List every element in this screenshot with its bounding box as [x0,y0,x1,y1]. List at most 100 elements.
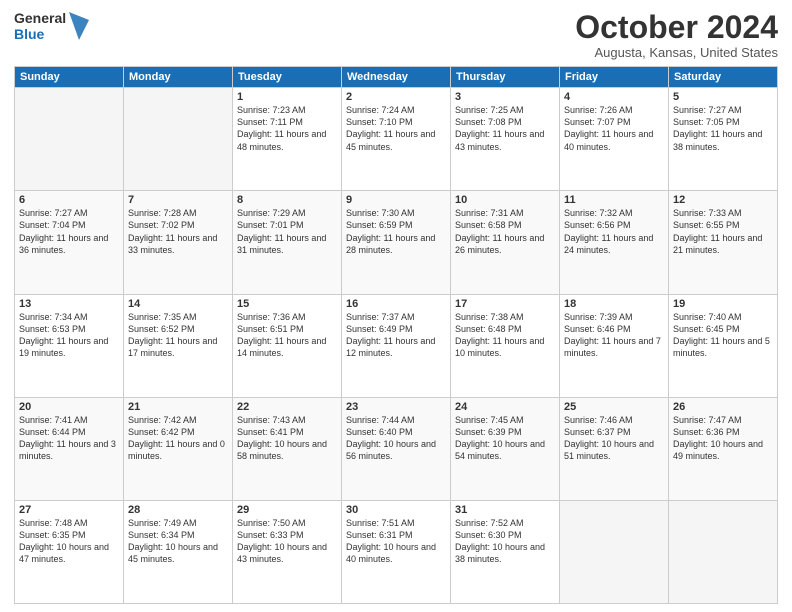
table-row: 16Sunrise: 7:37 AMSunset: 6:49 PMDayligh… [342,294,451,397]
table-row: 10Sunrise: 7:31 AMSunset: 6:58 PMDayligh… [451,191,560,294]
day-number: 16 [346,298,446,310]
table-row: 1Sunrise: 7:23 AMSunset: 7:11 PMDaylight… [233,88,342,191]
title-block: October 2024 Augusta, Kansas, United Sta… [575,10,778,60]
day-info: Sunrise: 7:31 AMSunset: 6:58 PMDaylight:… [455,207,555,256]
day-info: Sunrise: 7:37 AMSunset: 6:49 PMDaylight:… [346,311,446,360]
table-row: 13Sunrise: 7:34 AMSunset: 6:53 PMDayligh… [15,294,124,397]
table-row: 3Sunrise: 7:25 AMSunset: 7:08 PMDaylight… [451,88,560,191]
table-row: 21Sunrise: 7:42 AMSunset: 6:42 PMDayligh… [124,397,233,500]
day-number: 21 [128,401,228,413]
calendar-header-row: Sunday Monday Tuesday Wednesday Thursday… [15,67,778,88]
day-info: Sunrise: 7:30 AMSunset: 6:59 PMDaylight:… [346,207,446,256]
day-number: 29 [237,504,337,516]
logo-bird-icon [69,12,89,40]
col-tuesday: Tuesday [233,67,342,88]
day-number: 4 [564,91,664,103]
calendar-week-row: 6Sunrise: 7:27 AMSunset: 7:04 PMDaylight… [15,191,778,294]
day-number: 27 [19,504,119,516]
day-info: Sunrise: 7:27 AMSunset: 7:05 PMDaylight:… [673,104,773,153]
day-info: Sunrise: 7:32 AMSunset: 6:56 PMDaylight:… [564,207,664,256]
table-row: 17Sunrise: 7:38 AMSunset: 6:48 PMDayligh… [451,294,560,397]
day-info: Sunrise: 7:38 AMSunset: 6:48 PMDaylight:… [455,311,555,360]
day-number: 12 [673,194,773,206]
table-row [124,88,233,191]
day-info: Sunrise: 7:52 AMSunset: 6:30 PMDaylight:… [455,517,555,566]
day-info: Sunrise: 7:27 AMSunset: 7:04 PMDaylight:… [19,207,119,256]
table-row: 6Sunrise: 7:27 AMSunset: 7:04 PMDaylight… [15,191,124,294]
table-row: 26Sunrise: 7:47 AMSunset: 6:36 PMDayligh… [669,397,778,500]
calendar-week-row: 13Sunrise: 7:34 AMSunset: 6:53 PMDayligh… [15,294,778,397]
location: Augusta, Kansas, United States [575,45,778,60]
day-number: 30 [346,504,446,516]
logo: General Blue [14,10,89,42]
day-number: 26 [673,401,773,413]
day-info: Sunrise: 7:26 AMSunset: 7:07 PMDaylight:… [564,104,664,153]
table-row: 14Sunrise: 7:35 AMSunset: 6:52 PMDayligh… [124,294,233,397]
calendar-week-row: 27Sunrise: 7:48 AMSunset: 6:35 PMDayligh… [15,500,778,603]
day-number: 28 [128,504,228,516]
day-number: 18 [564,298,664,310]
day-info: Sunrise: 7:47 AMSunset: 6:36 PMDaylight:… [673,414,773,463]
day-number: 31 [455,504,555,516]
day-number: 24 [455,401,555,413]
day-info: Sunrise: 7:35 AMSunset: 6:52 PMDaylight:… [128,311,228,360]
day-number: 22 [237,401,337,413]
table-row [560,500,669,603]
day-number: 1 [237,91,337,103]
day-info: Sunrise: 7:48 AMSunset: 6:35 PMDaylight:… [19,517,119,566]
page-container: General Blue October 2024 Augusta, Kansa… [0,0,792,612]
day-number: 14 [128,298,228,310]
day-number: 8 [237,194,337,206]
day-info: Sunrise: 7:43 AMSunset: 6:41 PMDaylight:… [237,414,337,463]
col-monday: Monday [124,67,233,88]
table-row: 4Sunrise: 7:26 AMSunset: 7:07 PMDaylight… [560,88,669,191]
table-row: 29Sunrise: 7:50 AMSunset: 6:33 PMDayligh… [233,500,342,603]
day-number: 11 [564,194,664,206]
table-row: 22Sunrise: 7:43 AMSunset: 6:41 PMDayligh… [233,397,342,500]
table-row: 20Sunrise: 7:41 AMSunset: 6:44 PMDayligh… [15,397,124,500]
table-row: 5Sunrise: 7:27 AMSunset: 7:05 PMDaylight… [669,88,778,191]
day-info: Sunrise: 7:50 AMSunset: 6:33 PMDaylight:… [237,517,337,566]
day-number: 19 [673,298,773,310]
day-number: 2 [346,91,446,103]
col-wednesday: Wednesday [342,67,451,88]
day-number: 15 [237,298,337,310]
table-row: 19Sunrise: 7:40 AMSunset: 6:45 PMDayligh… [669,294,778,397]
day-number: 5 [673,91,773,103]
table-row: 12Sunrise: 7:33 AMSunset: 6:55 PMDayligh… [669,191,778,294]
day-number: 20 [19,401,119,413]
table-row: 23Sunrise: 7:44 AMSunset: 6:40 PMDayligh… [342,397,451,500]
day-info: Sunrise: 7:36 AMSunset: 6:51 PMDaylight:… [237,311,337,360]
calendar-table: Sunday Monday Tuesday Wednesday Thursday… [14,66,778,604]
day-info: Sunrise: 7:29 AMSunset: 7:01 PMDaylight:… [237,207,337,256]
col-sunday: Sunday [15,67,124,88]
table-row: 7Sunrise: 7:28 AMSunset: 7:02 PMDaylight… [124,191,233,294]
calendar-week-row: 1Sunrise: 7:23 AMSunset: 7:11 PMDaylight… [15,88,778,191]
calendar-week-row: 20Sunrise: 7:41 AMSunset: 6:44 PMDayligh… [15,397,778,500]
day-info: Sunrise: 7:40 AMSunset: 6:45 PMDaylight:… [673,311,773,360]
day-info: Sunrise: 7:33 AMSunset: 6:55 PMDaylight:… [673,207,773,256]
day-info: Sunrise: 7:51 AMSunset: 6:31 PMDaylight:… [346,517,446,566]
header: General Blue October 2024 Augusta, Kansa… [14,10,778,60]
day-number: 10 [455,194,555,206]
day-number: 13 [19,298,119,310]
day-number: 17 [455,298,555,310]
day-number: 25 [564,401,664,413]
day-info: Sunrise: 7:28 AMSunset: 7:02 PMDaylight:… [128,207,228,256]
day-number: 9 [346,194,446,206]
table-row [15,88,124,191]
table-row: 18Sunrise: 7:39 AMSunset: 6:46 PMDayligh… [560,294,669,397]
day-info: Sunrise: 7:39 AMSunset: 6:46 PMDaylight:… [564,311,664,360]
table-row: 9Sunrise: 7:30 AMSunset: 6:59 PMDaylight… [342,191,451,294]
table-row: 28Sunrise: 7:49 AMSunset: 6:34 PMDayligh… [124,500,233,603]
day-number: 3 [455,91,555,103]
table-row: 8Sunrise: 7:29 AMSunset: 7:01 PMDaylight… [233,191,342,294]
day-number: 23 [346,401,446,413]
day-info: Sunrise: 7:34 AMSunset: 6:53 PMDaylight:… [19,311,119,360]
day-info: Sunrise: 7:46 AMSunset: 6:37 PMDaylight:… [564,414,664,463]
table-row: 31Sunrise: 7:52 AMSunset: 6:30 PMDayligh… [451,500,560,603]
table-row: 2Sunrise: 7:24 AMSunset: 7:10 PMDaylight… [342,88,451,191]
col-thursday: Thursday [451,67,560,88]
table-row: 25Sunrise: 7:46 AMSunset: 6:37 PMDayligh… [560,397,669,500]
table-row: 30Sunrise: 7:51 AMSunset: 6:31 PMDayligh… [342,500,451,603]
